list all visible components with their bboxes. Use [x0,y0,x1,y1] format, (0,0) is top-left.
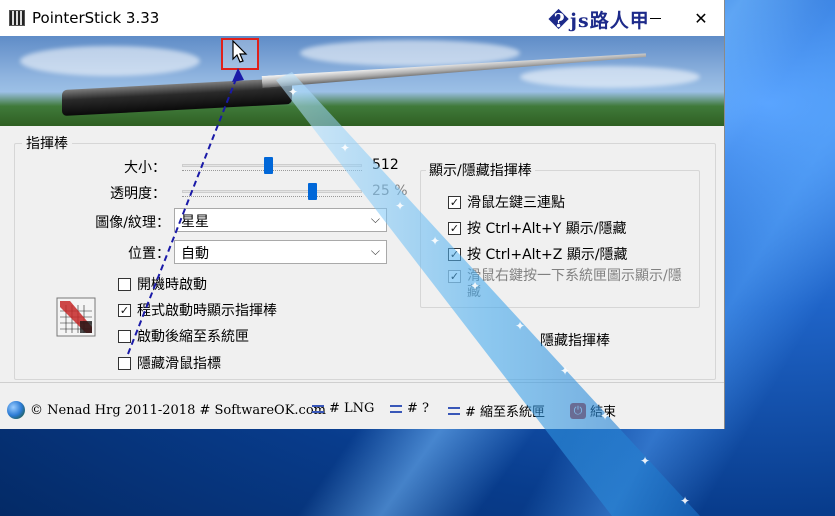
checkbox-triple-left-click[interactable]: 滑鼠左鍵三連點 [448,192,565,212]
position-select-value: 自動 [181,246,209,262]
checkbox-label: 啟動後縮至系統匣 [137,329,249,345]
mouse-cursor-icon [232,40,248,63]
power-icon: ⏻ [570,402,586,419]
opacity-label: 透明度： [110,186,166,202]
stick-settings-group-label: 指揮棒 [22,133,72,153]
language-menu[interactable]: # LNG [312,401,374,416]
texture-select-value: 星星 [181,214,209,230]
show-hide-group-label: 顯示/隱藏指揮棒 [426,160,535,180]
copyright-text: © Nenad Hrg 2011-2018 # SoftwareOK.com [30,402,326,418]
globe-icon [7,401,25,419]
checkbox-tray-right-click[interactable]: 滑鼠右鍵按一下系統匣圖示顯示/隱藏 [448,268,684,300]
checkbox-box[interactable] [448,247,461,261]
menu-lines-icon [390,404,402,413]
checkbox-label: 開機時啟動 [137,277,207,293]
help-menu[interactable]: # ? [390,401,429,416]
size-value: 512 [372,157,399,173]
stick-preview-handle [62,77,292,117]
opacity-slider[interactable] [182,190,362,193]
menu-lines-icon [312,404,324,413]
window-title: PointerStick 3.33 [32,9,160,27]
language-menu-label: # LNG [329,401,375,416]
position-label: 位置： [128,246,170,262]
minimize-button[interactable] [632,0,678,36]
checkbox-box[interactable] [448,195,461,209]
help-menu-label: # ? [407,401,429,416]
checkbox-box[interactable] [118,303,131,317]
preview-banner [0,36,724,126]
chevron-down-icon: ⌵ [370,244,380,258]
cloud-decoration [20,46,200,76]
checkbox-label: 滑鼠右鍵按一下系統匣圖示顯示/隱藏 [467,268,682,300]
opacity-value: 25 % [372,183,408,199]
chevron-down-icon: ⌵ [370,212,380,226]
checkbox-label: 程式啟動時顯示指揮棒 [137,303,277,319]
texture-select[interactable]: 星星 ⌵ [174,208,387,232]
hide-stick-button[interactable]: 隱藏指揮棒 [540,330,610,350]
position-select[interactable]: 自動 ⌵ [174,240,387,264]
opacity-slider-ticks [182,196,362,200]
texture-label: 圖像/紋理： [95,215,170,231]
checkbox-show-on-start[interactable]: 程式啟動時顯示指揮棒 [118,300,277,320]
checkbox-box[interactable] [118,277,131,291]
minimize-to-tray-label: # 縮至系統匣 [465,405,546,420]
checkbox-minimize-to-tray[interactable]: 啟動後縮至系統匣 [118,326,249,346]
pointer-stick-app-icon [56,297,96,337]
minimize-to-tray-menu[interactable]: # 縮至系統匣 [448,401,545,420]
checkbox-ctrl-alt-y[interactable]: 按 Ctrl+Alt+Y 顯示/隱藏 [448,218,627,238]
opacity-slider-thumb[interactable] [307,183,317,200]
size-slider-thumb[interactable] [264,157,274,174]
cloud-decoration [520,66,700,88]
exit-label: 結束 [590,405,617,420]
checkbox-label: 按 Ctrl+Alt+Z 顯示/隱藏 [467,247,628,263]
checkbox-ctrl-alt-z[interactable]: 按 Ctrl+Alt+Z 顯示/隱藏 [448,244,628,264]
title-bar[interactable]: PointerStick 3.33 �js路人甲 ✕ [0,0,724,36]
checkbox-box[interactable] [118,356,131,370]
close-button[interactable]: ✕ [678,0,724,36]
checkbox-box[interactable] [448,221,461,235]
size-label: 大小： [124,160,166,176]
cloud-decoration [300,40,520,66]
checkbox-hide-mouse-pointer[interactable]: 隱藏滑鼠指標 [118,353,221,373]
checkbox-box[interactable] [448,270,461,283]
menu-lines-icon [448,406,460,415]
checkbox-start-with-windows[interactable]: 開機時啟動 [118,274,207,294]
status-bar: © Nenad Hrg 2011-2018 # SoftwareOK.com #… [0,382,724,429]
app-window: PointerStick 3.33 �js路人甲 ✕ 指揮棒 大小： 512 透… [0,0,724,429]
checkbox-label: 按 Ctrl+Alt+Y 顯示/隱藏 [467,221,627,237]
exit-button[interactable]: ⏻ 結束 [570,401,616,420]
checkbox-box[interactable] [118,329,131,343]
checkbox-label: 滑鼠左鍵三連點 [467,195,565,211]
copyright-link[interactable]: © Nenad Hrg 2011-2018 # SoftwareOK.com [7,401,326,419]
app-icon [9,10,25,26]
minimize-icon [649,17,661,19]
checkbox-label: 隱藏滑鼠指標 [137,356,221,372]
